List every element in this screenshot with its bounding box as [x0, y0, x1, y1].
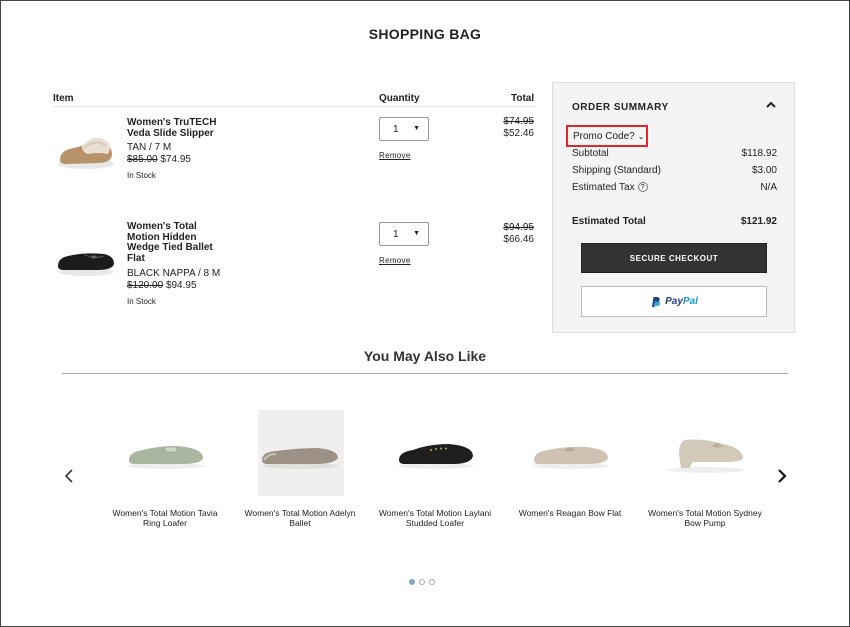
- item-original-price: $85.00: [127, 154, 158, 165]
- item-name[interactable]: Women's TruTECH Veda Slide Slipper: [127, 117, 223, 139]
- estimated-total-row: Estimated Total $121.92: [572, 216, 777, 227]
- product-image[interactable]: [663, 410, 749, 496]
- line-total: $74.95 $52.46: [503, 116, 534, 140]
- subtotal-label: Subtotal: [572, 148, 609, 159]
- item-original-price: $120.00: [127, 280, 164, 291]
- item-sale-price: $94.95: [165, 280, 197, 291]
- line-total-original: $94.95: [503, 222, 534, 233]
- stock-status: In Stock: [127, 297, 156, 306]
- shipping-row: Shipping (Standard) $3.00: [572, 165, 777, 176]
- remove-link[interactable]: Remove: [379, 151, 411, 160]
- quantity-select[interactable]: 1 ▼: [379, 222, 429, 246]
- pagination-dot[interactable]: [409, 579, 415, 585]
- chevron-right-icon[interactable]: [774, 468, 788, 484]
- pagination-dot[interactable]: [419, 579, 425, 585]
- product-name[interactable]: Women's Total Motion Laylani Studded Loa…: [375, 508, 495, 528]
- product-image[interactable]: [393, 410, 479, 496]
- item-sale-price: $74.95: [160, 154, 191, 165]
- product-name[interactable]: Women's Total Motion Sydney Bow Pump: [645, 508, 765, 528]
- item-price: $120.00 $94.95: [127, 280, 197, 291]
- page-title: SHOPPING BAG: [368, 26, 482, 42]
- pagination-dot[interactable]: [429, 579, 435, 585]
- quantity-select[interactable]: 1 ▼: [379, 117, 429, 141]
- product-image[interactable]: [528, 410, 614, 496]
- line-total-sale: $66.46: [503, 234, 534, 245]
- order-summary-panel: ORDER SUMMARY Promo Code? ⌄ Subtotal $11…: [552, 82, 795, 333]
- product-name[interactable]: Women's Total Motion Tavia Ring Loafer: [105, 508, 225, 528]
- paypal-word-pal: Pal: [682, 296, 698, 307]
- tax-label-wrap: Estimated Tax?: [572, 182, 648, 193]
- subtotal-value: $118.92: [741, 148, 777, 159]
- caret-down-icon: ▼: [413, 125, 420, 132]
- chevron-left-icon[interactable]: [63, 468, 77, 484]
- help-icon[interactable]: ?: [637, 182, 648, 192]
- caret-down-icon: ▼: [413, 230, 420, 237]
- shipping-label: Shipping (Standard): [572, 165, 661, 176]
- chevron-up-icon[interactable]: [766, 100, 776, 110]
- line-total-original: $74.95: [503, 116, 534, 127]
- estimated-total-value: $121.92: [740, 216, 777, 227]
- product-name[interactable]: Women's Total Motion Adelyn Ballet: [240, 508, 360, 528]
- secure-checkout-button[interactable]: SECURE CHECKOUT: [581, 243, 767, 273]
- item-variant: TAN / 7 M: [127, 142, 172, 153]
- slipper-image[interactable]: [54, 124, 118, 174]
- subtotal-row: Subtotal $118.92: [572, 148, 777, 159]
- item-variant: BLACK NAPPA / 8 M: [127, 268, 221, 279]
- recommendations-divider: [62, 373, 788, 374]
- order-summary-title: ORDER SUMMARY: [572, 102, 669, 113]
- estimated-total-label: Estimated Total: [572, 216, 646, 227]
- chevron-down-icon: ⌄: [637, 131, 645, 141]
- promo-code-label: Promo Code?: [573, 130, 635, 142]
- product-name[interactable]: Women's Reagan Bow Flat: [510, 508, 630, 519]
- paypal-button[interactable]: Pay Pal: [581, 286, 767, 317]
- ballet-flat-image[interactable]: [54, 236, 118, 286]
- stock-status: In Stock: [127, 171, 156, 180]
- quantity-value: 1: [393, 228, 399, 240]
- carousel-pagination: [409, 579, 435, 585]
- tax-row: Estimated Tax? N/A: [572, 182, 777, 193]
- item-column-header: Item: [53, 93, 74, 104]
- shipping-value: $3.00: [751, 165, 777, 176]
- product-image[interactable]: [123, 410, 209, 496]
- tax-label: Estimated Tax: [572, 182, 635, 193]
- paypal-icon: [652, 296, 661, 307]
- line-total: $94.95 $66.46: [503, 222, 534, 246]
- item-price: $85.00 $74.95: [127, 154, 191, 165]
- line-total-sale: $52.46: [503, 128, 534, 139]
- tax-value: N/A: [760, 182, 777, 193]
- promo-code-toggle[interactable]: Promo Code? ⌄: [566, 125, 648, 147]
- paypal-word-pay: Pay: [665, 296, 683, 307]
- item-name[interactable]: Women's Total Motion Hidden Wedge Tied B…: [127, 221, 223, 264]
- remove-link[interactable]: Remove: [379, 256, 411, 265]
- product-image[interactable]: [258, 410, 344, 496]
- quantity-column-header: Quantity: [379, 93, 420, 104]
- header-divider: [53, 106, 535, 107]
- quantity-value: 1: [393, 123, 399, 135]
- total-column-header: Total: [511, 93, 535, 104]
- recommendations-title: You May Also Like: [363, 348, 487, 364]
